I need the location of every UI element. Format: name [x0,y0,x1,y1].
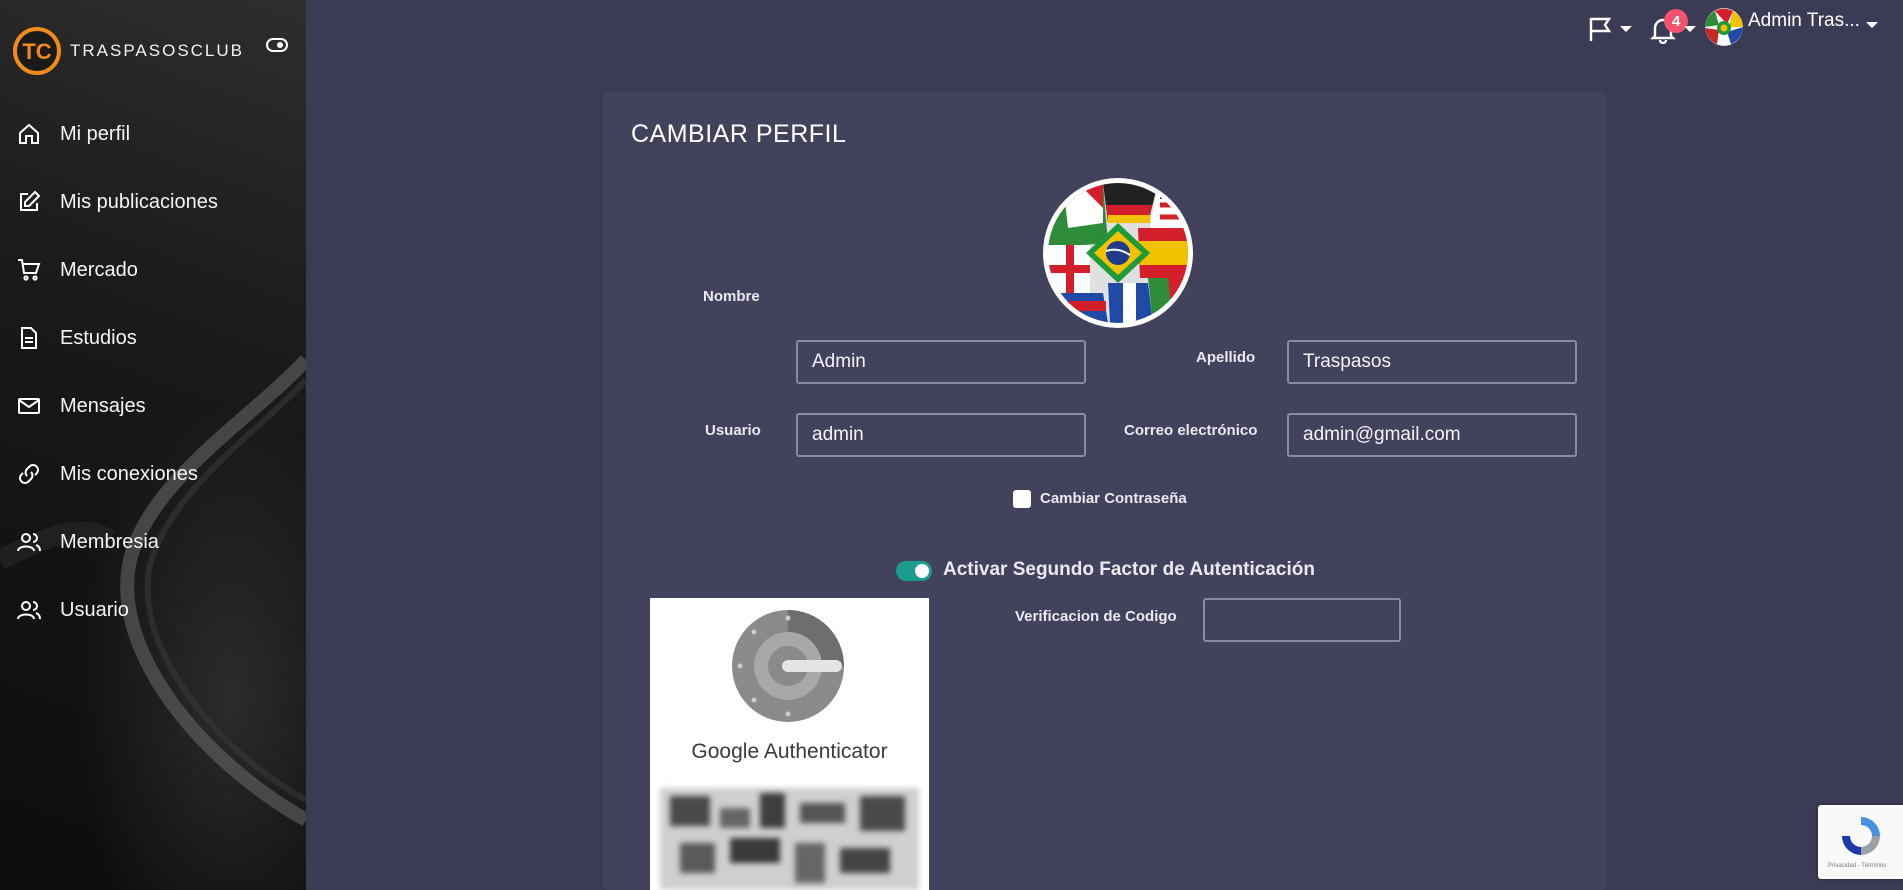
sidebar-item-label: Membresia [60,530,159,553]
brand-logo-icon: TC [13,27,61,75]
sidebar-item-label: Mis publicaciones [60,190,218,213]
google-authenticator-icon [732,610,844,722]
link-icon [16,461,42,487]
profile-avatar[interactable] [1043,178,1193,328]
apellido-label: Apellido [1196,349,1256,366]
correo-label: Correo electrónico [1124,422,1258,439]
authenticator-panel: Google Authenticator [650,598,929,890]
sidebar-item-label: Usuario [60,598,129,621]
chevron-down-icon[interactable] [1684,26,1696,32]
chevron-down-icon[interactable] [1620,26,1632,32]
svg-text:TC: TC [22,39,51,64]
user-avatar[interactable] [1705,8,1743,46]
email-field[interactable] [1287,413,1577,457]
recaptcha-icon [1842,817,1880,855]
document-icon [16,325,42,351]
sidebar-item-membresia[interactable]: Membresia [0,520,306,564]
sidebar-item-label: Mi perfil [60,122,131,145]
sidebar-item-label: Mis conexiones [60,462,198,485]
cart-icon [16,257,42,283]
usuario-field[interactable] [796,413,1086,457]
chevron-down-icon[interactable] [1866,22,1878,28]
edit-icon [16,189,42,215]
sidebar: TC TRASPASOSCLUB Mi perfil Mis publicaci… [0,0,306,890]
nombre-label: Nombre [703,288,760,305]
sidebar-item-label: Mensajes [60,394,146,417]
profile-card: CAMBIAR PERFIL Nombre Admin Apellido Tra… [603,92,1607,890]
authenticator-title: Google Authenticator [691,740,888,763]
sidebar-item-estudios[interactable]: Estudios [0,316,306,360]
user-name[interactable]: Admin Tras... [1748,10,1860,32]
apellido-field[interactable] [1287,340,1577,384]
brand[interactable]: TC TRASPASOSCLUB [12,26,244,76]
sidebar-toggle-icon[interactable] [266,38,288,52]
two-factor-toggle[interactable] [896,561,932,581]
change-password-checkbox[interactable] [1013,490,1031,508]
sidebar-item-mi-perfil[interactable]: Mi perfil [0,112,306,156]
two-factor-label: Activar Segundo Factor de Autenticación [943,559,1315,580]
page-title: CAMBIAR PERFIL [631,120,847,148]
users-icon [16,597,42,623]
users-icon [16,529,42,555]
sidebar-item-mercado[interactable]: Mercado [0,248,306,292]
sidebar-item-usuario[interactable]: Usuario [0,588,306,632]
usuario-label: Usuario [705,422,761,439]
brand-name: TRASPASOSCLUB [70,41,245,60]
mail-icon [16,393,42,419]
verification-code-field[interactable] [1203,598,1401,642]
home-icon [16,121,42,147]
language-flag-icon[interactable] [1585,14,1615,44]
sidebar-item-mis-conexiones[interactable]: Mis conexiones [0,452,306,496]
sidebar-item-mis-publicaciones[interactable]: Mis publicaciones [0,180,306,224]
sidebar-item-label: Estudios [60,326,137,349]
sidebar-item-mensajes[interactable]: Mensajes [0,384,306,428]
verification-label: Verificacion de Codigo [1015,608,1177,625]
recaptcha-terms[interactable]: Privacidad - Términos [1828,863,1886,869]
sidebar-item-label: Mercado [60,258,138,281]
recaptcha-badge[interactable]: Privacidad - Términos [1818,805,1903,879]
change-password-label: Cambiar Contraseña [1040,490,1187,507]
nombre-field[interactable] [796,340,1086,384]
qr-code-image [660,788,919,890]
